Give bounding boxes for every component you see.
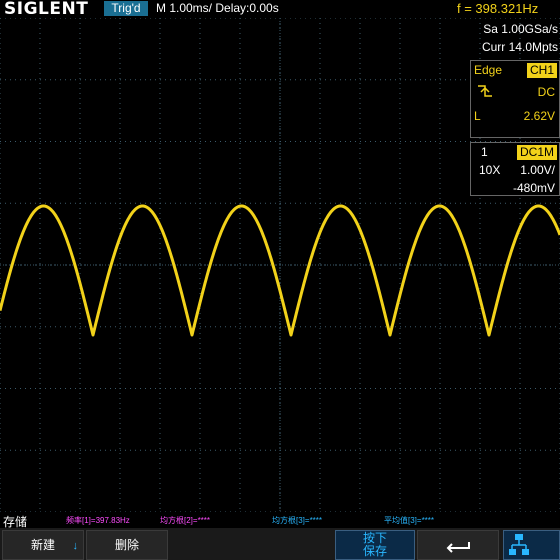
press-save-line2: 保存 [362, 544, 387, 558]
memory-depth: Curr 14.0Mpts [481, 40, 558, 54]
channel-number: 1 [481, 145, 488, 159]
measurement-item: 均方根[2]=**** [160, 516, 211, 525]
new-file-button[interactable]: 新建 ↓ [2, 530, 84, 560]
return-arrow-icon [443, 538, 473, 553]
probe-attenuation: 10X [479, 163, 501, 177]
rising-edge-icon [474, 83, 496, 104]
network-icon[interactable] [503, 530, 560, 560]
trigger-level: 2.62V [523, 109, 555, 123]
delete-button[interactable]: 删除 [86, 530, 168, 560]
delete-label: 删除 [114, 538, 139, 552]
trigger-status-badge[interactable]: Trig'd [104, 1, 148, 16]
measurement-item: 平均值[3]=**** [384, 516, 435, 525]
back-button[interactable] [417, 530, 499, 560]
trigger-level-label: L [474, 109, 481, 123]
trigger-panel[interactable]: Edge CH1 DC L 2.62V [470, 60, 560, 138]
trigger-type: Edge [474, 63, 503, 77]
frequency-counter: f = 398.321Hz [457, 1, 539, 16]
vertical-scale: 1.00V/ [520, 163, 555, 177]
trigger-source-badge: CH1 [526, 63, 557, 78]
timebase-readout[interactable]: M 1.00ms/ Delay:0.00s [156, 1, 279, 16]
new-file-label: 新建 [30, 538, 55, 552]
measurement-item: 频率[1]=397.83Hz [66, 516, 130, 525]
channel-coupling-badge: DC1M [516, 145, 557, 160]
vertical-offset: -480mV [512, 181, 555, 195]
acquisition-info: Sa 1.00GSa/s Curr 14.0Mpts [468, 20, 558, 56]
press-save-button[interactable]: 按下 保存 [335, 530, 415, 560]
channel1-panel[interactable]: 1 DC1M 10X 1.00V/ -480mV [470, 142, 560, 196]
trigger-coupling: DC [537, 85, 555, 99]
brand-logo: SIGLENT [4, 0, 89, 19]
top-status-bar: SIGLENT Trig'd M 1.00ms/ Delay:0.00s f =… [0, 0, 560, 19]
chevron-down-icon: ↓ [72, 540, 79, 552]
sample-rate: Sa 1.00GSa/s [483, 22, 558, 36]
measurement-item: 均方根[3]=**** [272, 516, 323, 525]
